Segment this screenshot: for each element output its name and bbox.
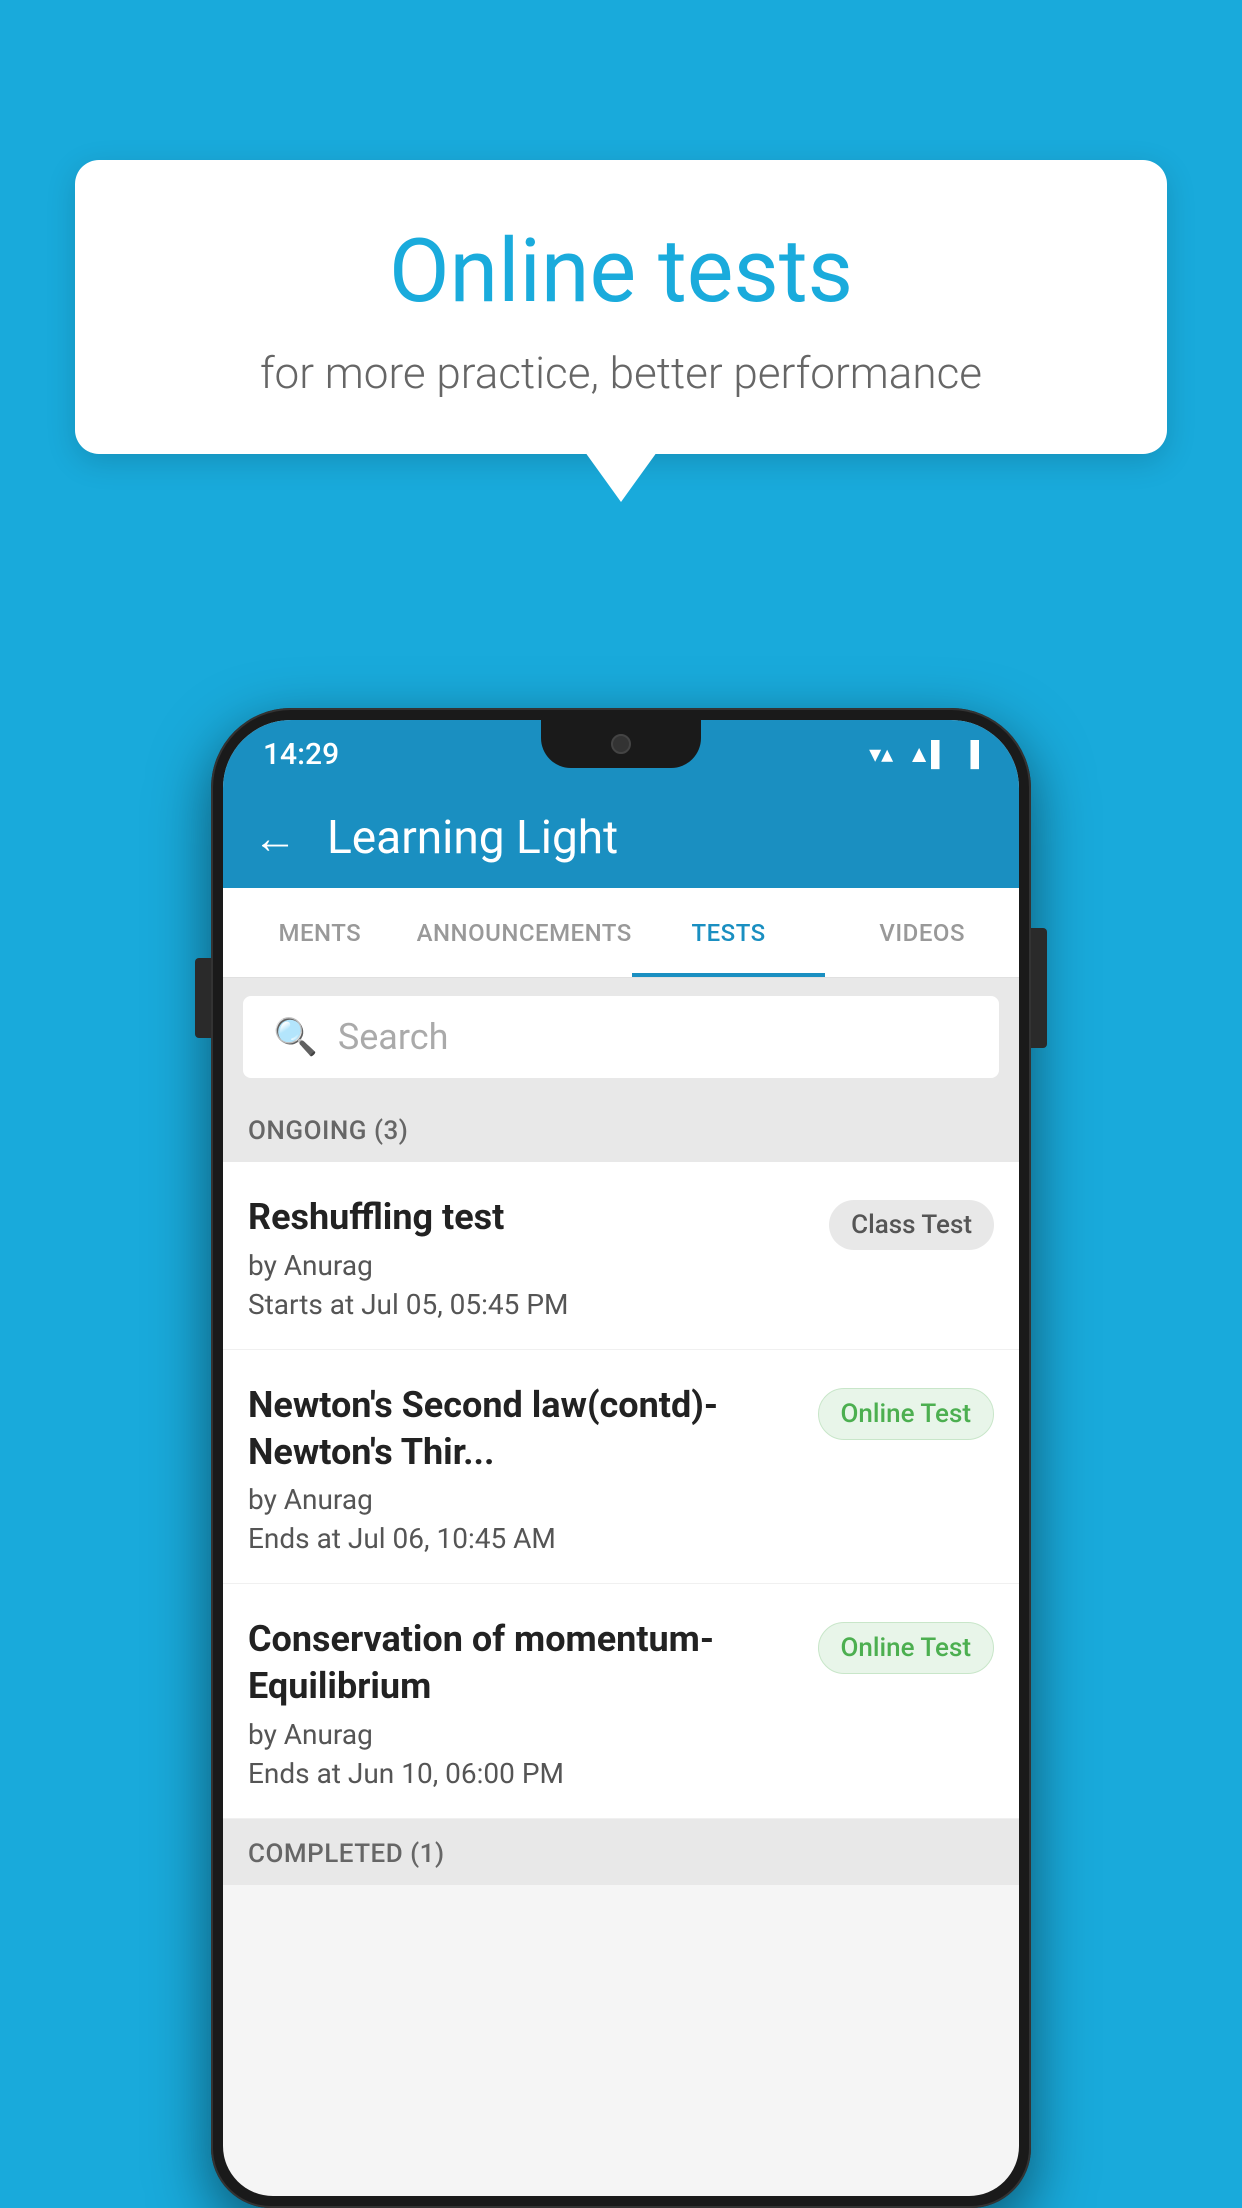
battery-icon: ▐ xyxy=(962,740,979,769)
phone-outer: 14:29 ▾▴ ▲▌ ▐ ← Learning Light MENTS ANN… xyxy=(211,708,1031,2208)
speech-bubble: Online tests for more practice, better p… xyxy=(75,160,1167,454)
app-header: ← Learning Light xyxy=(223,788,1019,888)
test-author: by Anurag xyxy=(248,1483,798,1516)
test-badge-class: Class Test xyxy=(829,1200,994,1250)
test-list: Reshuffling test by Anurag Starts at Jul… xyxy=(223,1162,1019,1819)
test-item[interactable]: Newton's Second law(contd)-Newton's Thir… xyxy=(223,1350,1019,1585)
test-name: Newton's Second law(contd)-Newton's Thir… xyxy=(248,1382,798,1476)
test-item[interactable]: Conservation of momentum-Equilibrium by … xyxy=(223,1584,1019,1819)
phone-screen: 14:29 ▾▴ ▲▌ ▐ ← Learning Light MENTS ANN… xyxy=(223,720,1019,2196)
app-title: Learning Light xyxy=(327,811,618,865)
phone-notch xyxy=(541,720,701,768)
test-name: Reshuffling test xyxy=(248,1194,809,1241)
camera xyxy=(611,734,631,754)
ongoing-title: ONGOING (3) xyxy=(248,1116,408,1146)
bubble-title: Online tests xyxy=(155,220,1087,323)
test-badge-online: Online Test xyxy=(818,1622,995,1674)
bubble-subtitle: for more practice, better performance xyxy=(155,347,1087,399)
test-badge-online: Online Test xyxy=(818,1388,995,1440)
test-name: Conservation of momentum-Equilibrium xyxy=(248,1616,798,1710)
test-time: Ends at Jun 10, 06:00 PM xyxy=(248,1757,798,1790)
ongoing-section-header: ONGOING (3) xyxy=(223,1096,1019,1162)
test-author: by Anurag xyxy=(248,1249,809,1282)
tab-announcements[interactable]: ANNOUNCEMENTS xyxy=(417,888,632,977)
status-time: 14:29 xyxy=(263,737,339,772)
search-container: 🔍 Search xyxy=(223,978,1019,1096)
tab-ments[interactable]: MENTS xyxy=(223,888,417,977)
completed-title: COMPLETED (1) xyxy=(248,1839,445,1869)
test-content: Newton's Second law(contd)-Newton's Thir… xyxy=(248,1382,798,1556)
back-button[interactable]: ← xyxy=(253,812,297,864)
completed-section: COMPLETED (1) xyxy=(223,1819,1019,1885)
status-icons: ▾▴ ▲▌ ▐ xyxy=(869,740,979,769)
signal-icon: ▲▌ xyxy=(907,740,948,769)
test-time: Ends at Jul 06, 10:45 AM xyxy=(248,1522,798,1555)
tab-bar: MENTS ANNOUNCEMENTS TESTS VIDEOS xyxy=(223,888,1019,978)
test-content: Reshuffling test by Anurag Starts at Jul… xyxy=(248,1194,809,1321)
tab-videos[interactable]: VIDEOS xyxy=(825,888,1019,977)
speech-bubble-container: Online tests for more practice, better p… xyxy=(75,160,1167,454)
test-author: by Anurag xyxy=(248,1718,798,1751)
phone-frame: 14:29 ▾▴ ▲▌ ▐ ← Learning Light MENTS ANN… xyxy=(211,708,1031,2208)
tab-tests[interactable]: TESTS xyxy=(632,888,826,977)
search-bar[interactable]: 🔍 Search xyxy=(243,996,999,1078)
wifi-icon: ▾▴ xyxy=(869,740,893,768)
test-item[interactable]: Reshuffling test by Anurag Starts at Jul… xyxy=(223,1162,1019,1350)
test-time: Starts at Jul 05, 05:45 PM xyxy=(248,1288,809,1321)
search-placeholder: Search xyxy=(338,1016,449,1058)
search-icon: 🔍 xyxy=(273,1016,318,1058)
test-content: Conservation of momentum-Equilibrium by … xyxy=(248,1616,798,1790)
